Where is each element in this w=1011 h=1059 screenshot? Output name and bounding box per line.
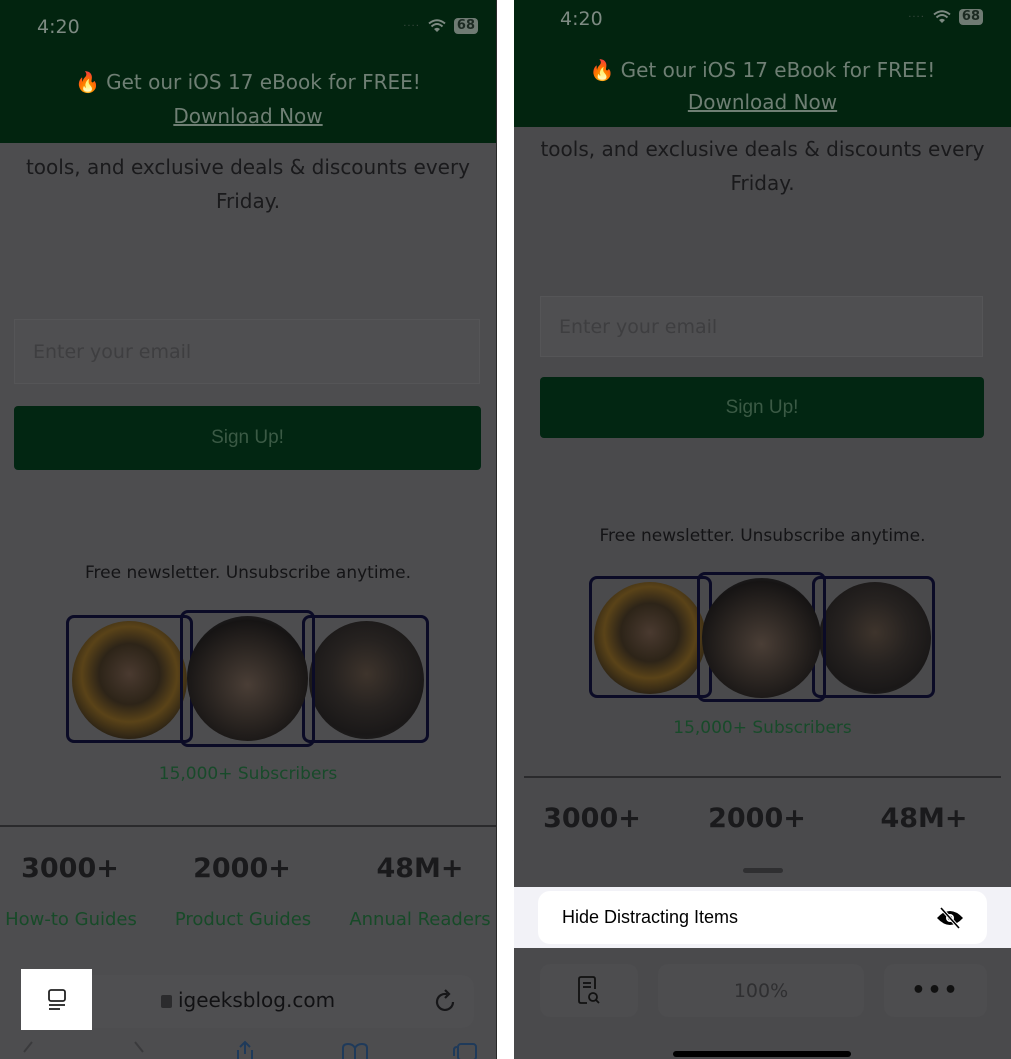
- email-input[interactable]: Enter your email: [14, 319, 480, 384]
- flame-icon: 🔥: [589, 58, 615, 82]
- hide-distracting-items-label: Hide Distracting Items: [562, 907, 739, 927]
- avatar: [72, 621, 187, 739]
- email-input[interactable]: Enter your email: [540, 296, 983, 357]
- stat-label: Product Guides: [174, 909, 312, 930]
- section-divider: [524, 776, 1001, 778]
- page-menu-icon: [47, 988, 66, 1010]
- avatar-frame: [180, 610, 315, 747]
- home-indicator: [673, 1051, 851, 1057]
- lock-icon: [160, 995, 172, 1008]
- wifi-icon: [428, 19, 446, 32]
- forward-icon[interactable]: [125, 1040, 155, 1059]
- page-menu-button[interactable]: [21, 969, 92, 1030]
- promo-banner: 4:20 ···· 68 🔥 Get our iOS 17 eBook for F…: [0, 0, 496, 143]
- subscriber-count: 15,000+ Subscribers: [158, 764, 338, 784]
- section-divider: [0, 825, 496, 827]
- avatar-frame: [302, 615, 429, 743]
- stat-value: 2000+: [193, 853, 291, 884]
- battery-indicator: 68: [958, 9, 983, 25]
- cellular-signal-icon: ····: [403, 20, 420, 32]
- zoom-level-button[interactable]: 100%: [658, 964, 864, 1017]
- intro-text: tools, and exclusive deals & discounts e…: [540, 137, 985, 195]
- flame-icon: 🔥: [75, 70, 101, 94]
- avatar: [819, 582, 931, 694]
- stat-value: 48M+: [880, 803, 968, 834]
- avatar-frame: [697, 572, 826, 702]
- status-indicators: ···· 68: [403, 18, 478, 34]
- reader-button[interactable]: [540, 964, 638, 1017]
- download-now-link[interactable]: Download Now: [0, 104, 496, 128]
- image-divider: [497, 0, 514, 1059]
- newsletter-note: Free newsletter. Unsubscribe anytime.: [85, 563, 411, 583]
- stat-value: 3000+: [543, 803, 641, 834]
- promo-text: 🔥 Get our iOS 17 eBook for FREE!: [75, 70, 421, 94]
- newsletter-note: Free newsletter. Unsubscribe anytime.: [599, 526, 926, 546]
- stat-value: 2000+: [708, 803, 806, 834]
- back-icon[interactable]: [14, 1040, 44, 1059]
- right-phone-screen: 4:20 ···· 68 🔥 Get our iOS 17 eBook for F…: [514, 0, 1011, 1059]
- stat-label: Annual Readers: [349, 909, 491, 930]
- hide-distracting-items-button[interactable]: Hide Distracting Items: [538, 891, 987, 944]
- tabs-icon[interactable]: [450, 1040, 480, 1059]
- signup-button[interactable]: Sign Up!: [540, 377, 984, 438]
- stat-value: 3000+: [21, 853, 119, 884]
- reload-icon[interactable]: [434, 986, 458, 1014]
- intro-text: tools, and exclusive deals & discounts e…: [25, 155, 471, 213]
- download-now-link[interactable]: Download Now: [514, 90, 1011, 114]
- signup-button[interactable]: Sign Up!: [14, 406, 481, 470]
- subscriber-count: 15,000+ Subscribers: [673, 718, 852, 738]
- more-options-button[interactable]: •••: [884, 964, 987, 1017]
- sheet-grabber[interactable]: [743, 868, 783, 873]
- avatar: [702, 578, 821, 698]
- left-phone-screen: 4:20 ···· 68 🔥 Get our iOS 17 eBook for F…: [0, 0, 497, 1059]
- avatar: [187, 616, 308, 741]
- zoom-level: 100%: [733, 979, 789, 1002]
- share-icon[interactable]: [230, 1040, 260, 1059]
- reader-search-icon: [578, 975, 600, 1004]
- bookmarks-icon[interactable]: [340, 1040, 370, 1059]
- cellular-signal-icon: ····: [908, 11, 925, 23]
- wifi-icon: [933, 10, 951, 23]
- status-indicators: ···· 68: [908, 9, 983, 25]
- eye-slash-icon: [937, 906, 963, 929]
- promo-text: 🔥 Get our iOS 17 eBook for FREE!: [589, 58, 936, 82]
- battery-indicator: 68: [453, 18, 478, 34]
- more-icon: •••: [911, 978, 960, 1003]
- stat-label: How-to Guides: [5, 909, 137, 930]
- status-time: 4:20: [560, 8, 603, 30]
- avatar-frame: [589, 576, 712, 698]
- stat-value: 48M+: [376, 853, 464, 884]
- promo-banner: 4:20 ···· 68 🔥 Get our iOS 17 eBook for F…: [514, 0, 1011, 127]
- avatar: [594, 582, 706, 694]
- avatar-frame: [66, 615, 193, 743]
- avatar-frame: [812, 576, 935, 698]
- avatar: [309, 621, 424, 739]
- status-time: 4:20: [37, 16, 80, 38]
